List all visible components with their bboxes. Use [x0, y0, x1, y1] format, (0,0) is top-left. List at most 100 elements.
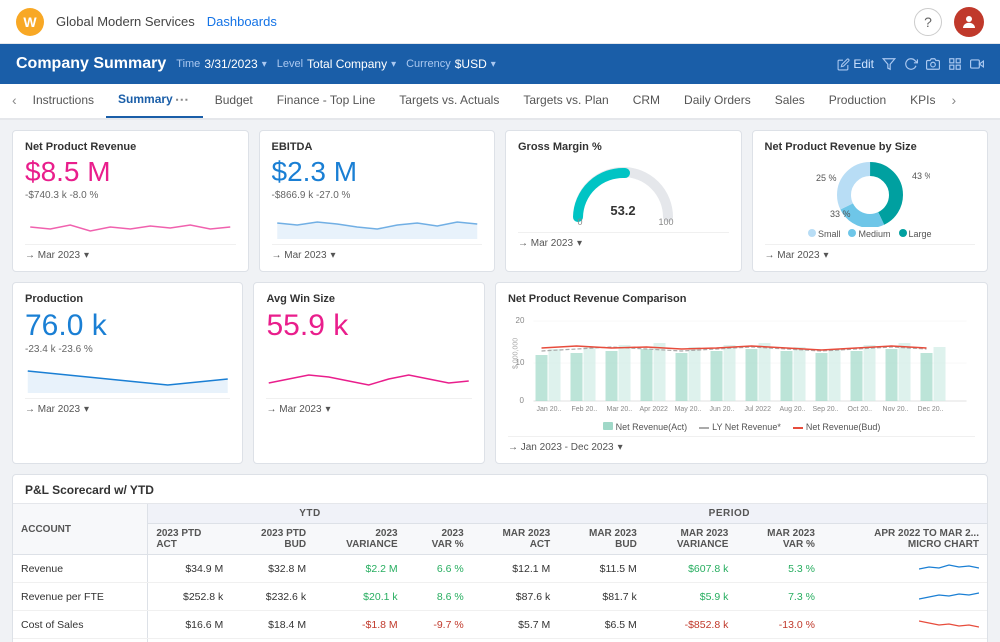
production-value: 76.0 k [25, 309, 230, 342]
cell-ytd-var: $2.2 M [314, 555, 406, 583]
pl-table: ACCOUNT YTD PERIOD 2023 PTDACT 2023 PTDB… [13, 504, 987, 642]
tab-budget[interactable]: Budget [203, 84, 265, 118]
cell-micro [823, 583, 987, 611]
ytd-group-header: YTD [148, 504, 472, 524]
cell-ytd-act: $252.8 k [148, 583, 231, 611]
col-ytd-var: 2023VARIANCE [314, 524, 406, 555]
svg-text:33 %: 33 % [830, 209, 851, 219]
production-footer[interactable]: → Mar 2023 ▾ [25, 398, 230, 415]
time-chevron: ▾ [262, 59, 267, 70]
col-ytd-varp: 2023VAR % [406, 524, 472, 555]
cell-ytd-varp: 8.6 % [406, 583, 472, 611]
cell-mar-varp: 7.3 % [736, 583, 823, 611]
avg-win-size-value: 55.9 k [266, 309, 471, 342]
tab-targets-vs-actuals[interactable]: Targets vs. Actuals [387, 84, 511, 118]
tab-next-button[interactable]: › [947, 84, 960, 118]
cell-mar-bud: $5.0 M [558, 639, 645, 642]
avg-win-size-footer[interactable]: → Mar 2023 ▾ [266, 398, 471, 415]
table-row: Revenue per FTE $252.8 k $232.6 k $20.1 … [13, 583, 987, 611]
refresh-icon[interactable] [904, 57, 918, 71]
svg-text:May 20..: May 20.. [674, 406, 701, 413]
net-product-revenue-card: Net Product Revenue $8.5 M -$740.3 k -8.… [12, 130, 249, 272]
dashboards-link[interactable]: Dashboards [207, 14, 277, 29]
net-by-size-legend: Small Medium Large [765, 229, 976, 239]
cell-ytd-var: $20.1 k [314, 583, 406, 611]
svg-text:Dec 20..: Dec 20.. [917, 406, 943, 413]
net-by-size-donut: 43 % 25 % 33 % [765, 157, 976, 227]
currency-chevron: ▾ [491, 59, 496, 70]
net-product-revenue-sparkline [25, 207, 236, 239]
net-by-size-footer[interactable]: → Mar 2023 ▾ [765, 244, 976, 261]
currency-label: Currency [406, 58, 451, 70]
camera-icon[interactable] [926, 57, 940, 71]
cell-mar-var: -$852.8 k [645, 611, 737, 639]
production-title: Production [25, 293, 230, 305]
cell-mar-bud: $11.5 M [558, 555, 645, 583]
production-sparkline [25, 361, 230, 393]
time-control[interactable]: Time 3/31/2023 ▾ [176, 57, 266, 71]
help-icon[interactable]: ? [914, 8, 942, 36]
svg-text:Jul 2022: Jul 2022 [744, 406, 771, 413]
legend-large: Large [899, 229, 932, 239]
cell-mar-var: $607.8 k [645, 555, 737, 583]
avg-win-size-sub [266, 344, 471, 355]
svg-text:100: 100 [659, 217, 674, 227]
tab-targets-vs-plan[interactable]: Targets vs. Plan [511, 84, 620, 118]
tab-instructions[interactable]: Instructions [21, 84, 106, 118]
tab-prev-button[interactable]: ‹ [8, 84, 21, 118]
edit-button[interactable]: Edit [837, 57, 874, 71]
tab-sales[interactable]: Sales [763, 84, 817, 118]
legend-net-act: Net Revenue(Act) [603, 422, 688, 432]
cell-ytd-act: $34.9 M [148, 555, 231, 583]
svg-text:Jun 20..: Jun 20.. [709, 406, 734, 413]
cell-ytd-bud: $32.8 M [231, 555, 314, 583]
tab-crm[interactable]: CRM [621, 84, 672, 118]
svg-text:Oct 20..: Oct 20.. [847, 406, 872, 413]
pl-scorecard-card: P&L Scorecard w/ YTD ACCOUNT YTD PERIOD … [12, 474, 988, 642]
company-name: Global Modern Services [56, 14, 195, 29]
net-product-revenue-footer[interactable]: → Mar 2023 ▾ [25, 244, 236, 261]
grid-icon[interactable] [948, 57, 962, 71]
cell-mar-varp: 29.4 % [736, 639, 823, 642]
metric-cards-row2: Production 76.0 k -23.4 k -23.6 % → Mar … [12, 282, 988, 464]
avg-win-size-title: Avg Win Size [266, 293, 471, 305]
tab-kpis[interactable]: KPIs [898, 84, 947, 118]
tab-summary[interactable]: Summary ⋯ [106, 84, 203, 118]
col-micro: APR 2022 TO MAR 2...MICRO CHART [823, 524, 987, 555]
avg-win-size-sparkline [266, 361, 471, 393]
gross-margin-card: Gross Margin % 53.2 0 100 → Mar 2023 ▾ [505, 130, 742, 272]
svg-text:20: 20 [515, 316, 524, 325]
cell-account: Revenue [13, 555, 148, 583]
cell-mar-var: $5.9 k [645, 583, 737, 611]
svg-text:43 %: 43 % [912, 171, 930, 181]
col-mar-varp: MAR 2023VAR % [736, 524, 823, 555]
cell-ytd-varp: 27.5 % [406, 639, 472, 642]
cell-micro [823, 639, 987, 642]
ebitda-footer[interactable]: → Mar 2023 ▾ [272, 244, 483, 261]
col-account: ACCOUNT [13, 504, 148, 555]
video-icon[interactable] [970, 57, 984, 71]
tab-finance-top-line[interactable]: Finance - Top Line [265, 84, 388, 118]
tab-production[interactable]: Production [817, 84, 898, 118]
header-actions: Edit [837, 57, 984, 71]
net-by-size-title: Net Product Revenue by Size [765, 141, 976, 153]
currency-control[interactable]: Currency $USD ▾ [406, 57, 496, 71]
tab-daily-orders[interactable]: Daily Orders [672, 84, 763, 118]
svg-text:$,000,000: $,000,000 [512, 338, 519, 369]
svg-text:Sep 20..: Sep 20.. [812, 406, 838, 413]
filter-icon[interactable] [882, 57, 896, 71]
cell-ytd-bud: $18.4 M [231, 611, 314, 639]
gross-margin-footer[interactable]: → Mar 2023 ▾ [518, 232, 729, 249]
user-avatar[interactable] [954, 7, 984, 37]
comparison-footer[interactable]: → Jan 2023 - Dec 2023 ▾ [508, 436, 975, 453]
production-card: Production 76.0 k -23.4 k -23.6 % → Mar … [12, 282, 243, 464]
legend-ly-net: LY Net Revenue* [699, 422, 781, 432]
cell-micro [823, 611, 987, 639]
svg-text:Mar 20..: Mar 20.. [606, 406, 632, 413]
workday-logo: W [16, 8, 44, 36]
cell-ytd-bud: $232.6 k [231, 583, 314, 611]
level-control[interactable]: Level Total Company ▾ [277, 57, 396, 71]
col-ytd-act: 2023 PTDACT [148, 524, 231, 555]
level-label: Level [277, 58, 303, 70]
cell-mar-varp: 5.3 % [736, 555, 823, 583]
